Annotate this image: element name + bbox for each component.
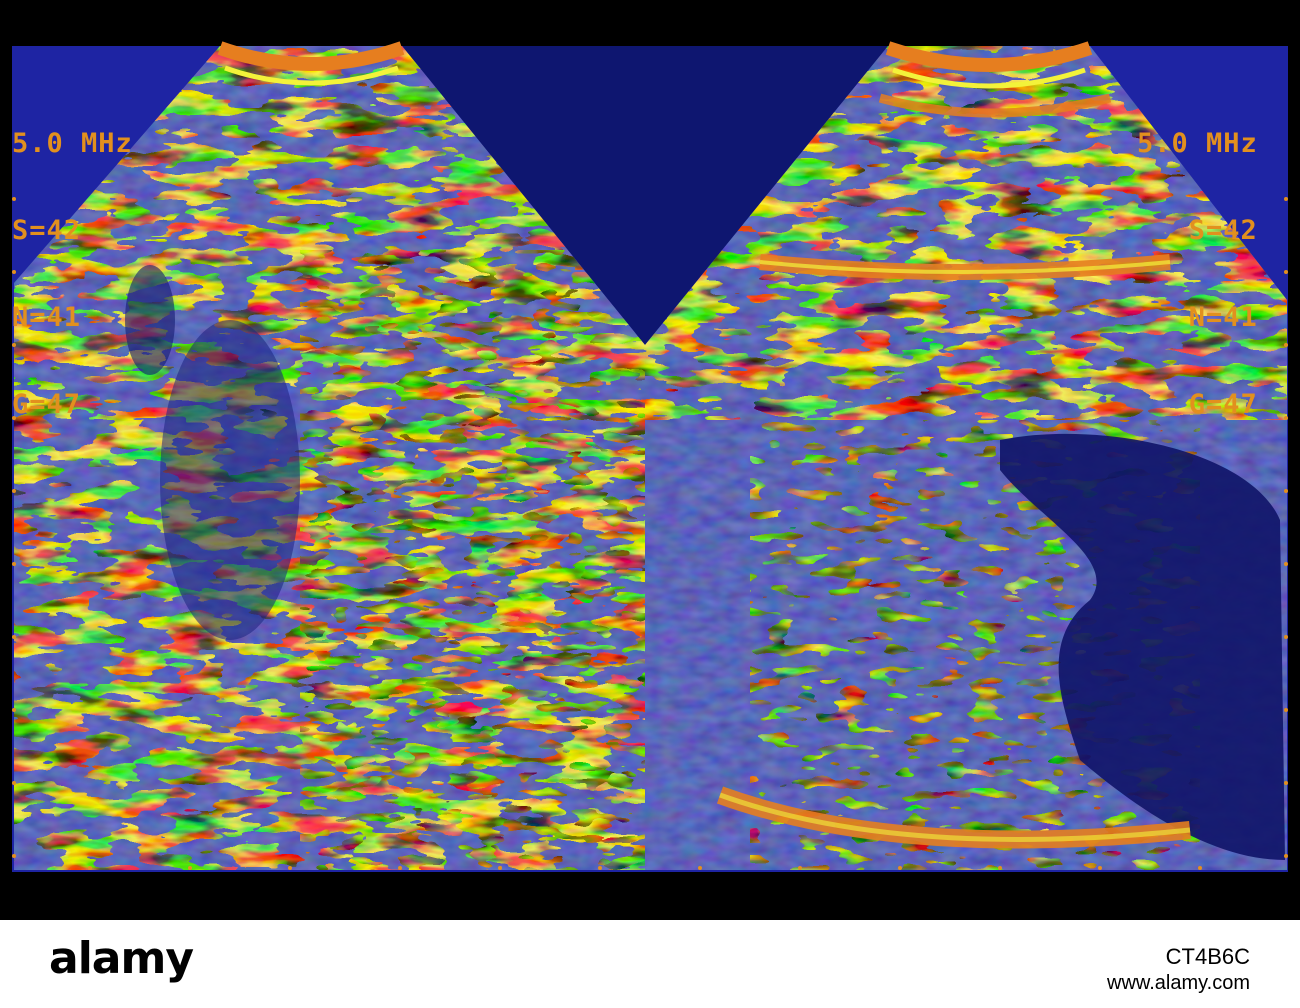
n-parameter: N=41: [1188, 302, 1258, 333]
stock-logo: alamy: [49, 933, 194, 984]
stock-url: www.alamy.com: [1107, 972, 1250, 994]
scanner-readout-right: 5.0 MHz S=42 N=41 G=47: [1137, 71, 1258, 448]
s-parameter: S=42: [12, 215, 82, 246]
s-parameter: S=42: [1188, 215, 1258, 246]
g-parameter: G=47: [12, 389, 82, 420]
watermark-bar: [0, 920, 1300, 1008]
ultrasound-scan-image: [12, 41, 1288, 872]
n-parameter: N=41: [12, 302, 82, 333]
stock-image-id: CT4B6C: [1165, 944, 1250, 969]
g-parameter: G=47: [1188, 389, 1258, 420]
frequency-label: 5.0 MHz: [1137, 128, 1258, 159]
frequency-label: 5.0 MHz: [12, 128, 133, 159]
scanner-readout-left: 5.0 MHz S=42 N=41 G=47: [12, 71, 133, 448]
